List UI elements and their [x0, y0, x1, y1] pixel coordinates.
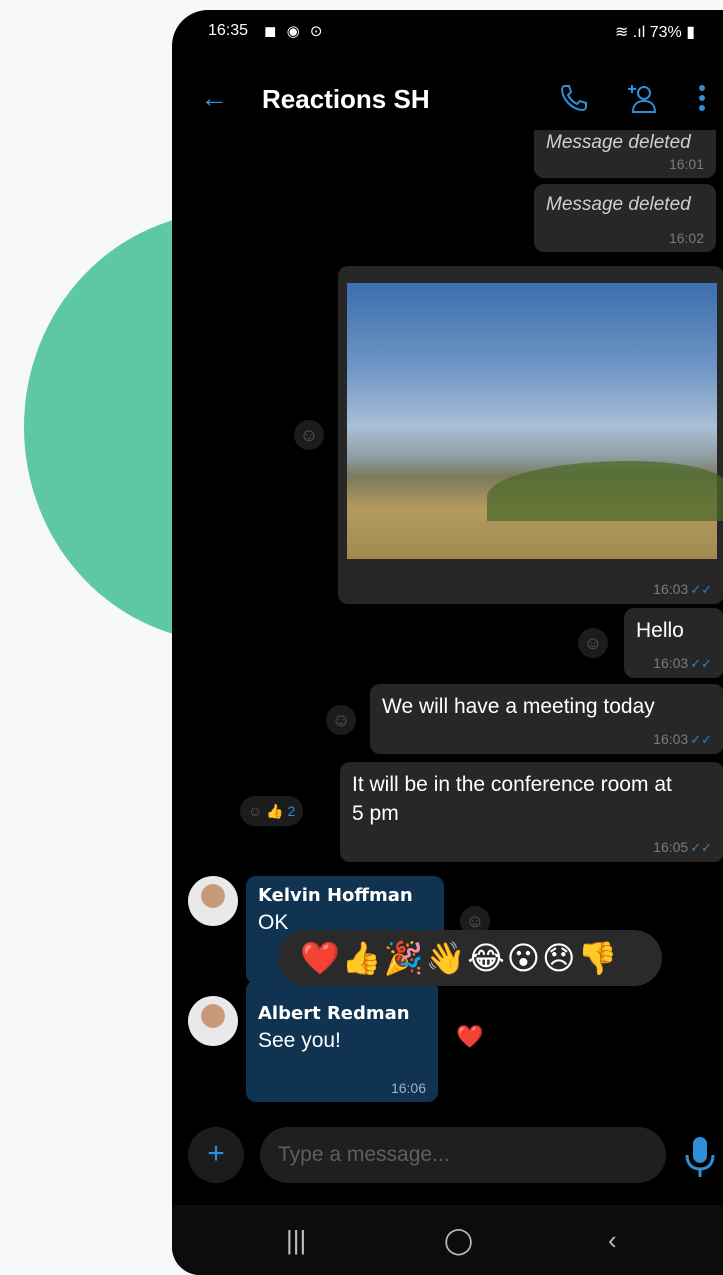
message-time: 16:06: [390, 1080, 426, 1096]
recent-apps-icon[interactable]: |||: [286, 1225, 306, 1256]
thumbs-up-emoji-icon[interactable]: 👍: [342, 930, 384, 986]
sender-name: Kelvin Hoffman: [258, 885, 413, 906]
avatar-kelvin[interactable]: [188, 876, 238, 926]
more-options-icon[interactable]: [692, 80, 712, 116]
wifi-icon: ≋: [614, 24, 629, 41]
status-time: 16:35: [208, 22, 249, 39]
home-icon[interactable]: ◯: [444, 1225, 473, 1256]
party-popper-emoji-icon[interactable]: 🎉: [384, 930, 426, 986]
surprised-emoji-icon[interactable]: 😮: [507, 930, 542, 986]
message-text: We will have a meeting today: [382, 695, 655, 718]
signal-icon: .ıl: [632, 24, 646, 41]
add-reaction-icon[interactable]: ☺: [294, 420, 324, 450]
message-text: See you!: [258, 1029, 341, 1052]
phone-call-icon[interactable]: [556, 80, 592, 116]
chat-area[interactable]: Message deleted 16:01 Message deleted 16…: [172, 130, 723, 1110]
waving-hand-emoji-icon[interactable]: 👋: [426, 930, 468, 986]
message-meeting[interactable]: We will have a meeting today 16:03 ✓✓: [370, 684, 723, 754]
back-arrow-icon[interactable]: ←: [200, 82, 228, 114]
add-participant-icon[interactable]: [624, 80, 660, 116]
thumbs-up-icon: 👍: [266, 803, 284, 819]
status-bar: 16:35 ◼ ◉ ⊙ ≋ .ıl 73% ▮: [172, 10, 723, 54]
message-text: Message deleted: [546, 132, 691, 153]
sender-name: Albert Redman: [258, 1003, 410, 1024]
reaction-count: 2: [287, 803, 296, 819]
battery-icon: ▮: [686, 24, 695, 41]
message-hello[interactable]: Hello 16:03 ✓✓: [624, 608, 723, 678]
add-reaction-icon[interactable]: ☺: [578, 628, 608, 658]
add-reaction-icon[interactable]: ☺: [326, 705, 356, 735]
add-attachment-button[interactable]: +: [188, 1127, 244, 1183]
message-deleted-2[interactable]: Message deleted 16:02: [534, 184, 716, 252]
phone-screen: 16:35 ◼ ◉ ⊙ ≋ .ıl 73% ▮ ← Reactions SH M…: [172, 10, 723, 1275]
message-albert[interactable]: Albert Redman See you! 16:06: [246, 980, 438, 1102]
message-text: Hello: [636, 619, 684, 642]
read-ticks-icon: ✓✓: [690, 732, 712, 747]
heart-reaction-icon[interactable]: ❤️: [456, 1024, 483, 1050]
battery-level: 73%: [649, 24, 682, 41]
message-time: 16:02: [668, 230, 704, 246]
laughing-emoji-icon[interactable]: 😂: [467, 930, 506, 986]
message-deleted-1[interactable]: Message deleted 16:01: [534, 130, 716, 178]
reaction-summary[interactable]: ☺ 👍 2: [240, 796, 304, 826]
read-ticks-icon: ✓✓: [690, 582, 712, 597]
sad-emoji-icon[interactable]: 😞: [542, 930, 577, 986]
status-right: ≋ .ıl 73% ▮: [615, 22, 695, 42]
message-conference[interactable]: It will be in the conference room at 5 p…: [340, 762, 723, 862]
read-ticks-icon: ✓✓: [690, 656, 712, 671]
message-text: It will be in the conference room at 5 p…: [352, 773, 672, 825]
message-time: 16:03 ✓✓: [653, 731, 712, 747]
message-time: 16:03 ✓✓: [653, 581, 712, 597]
app-bar: ← Reactions SH: [172, 70, 723, 130]
avatar-albert[interactable]: [188, 996, 238, 1046]
system-nav-bar: ||| ◯ ‹: [172, 1205, 723, 1275]
message-input[interactable]: Type a message...: [260, 1127, 666, 1183]
notification-icons: ◼ ◉ ⊙: [264, 23, 326, 40]
landscape-photo[interactable]: [347, 283, 723, 559]
message-text: Message deleted: [546, 194, 691, 215]
add-reaction-icon[interactable]: ☺: [248, 803, 262, 819]
microphone-icon[interactable]: [680, 1135, 720, 1179]
heart-emoji-icon[interactable]: ❤️: [300, 930, 342, 986]
message-time: 16:03 ✓✓: [653, 655, 712, 671]
message-time: 16:01: [668, 156, 704, 172]
thumbs-down-emoji-icon[interactable]: 👎: [577, 930, 619, 986]
back-nav-icon[interactable]: ‹: [608, 1225, 617, 1256]
reaction-picker: ❤️👍🎉👋😂😮😞👎: [278, 930, 662, 986]
chat-title: Reactions SH: [262, 84, 430, 114]
read-ticks-icon: ✓✓: [690, 840, 712, 855]
message-time: 16:05 ✓✓: [653, 839, 712, 855]
